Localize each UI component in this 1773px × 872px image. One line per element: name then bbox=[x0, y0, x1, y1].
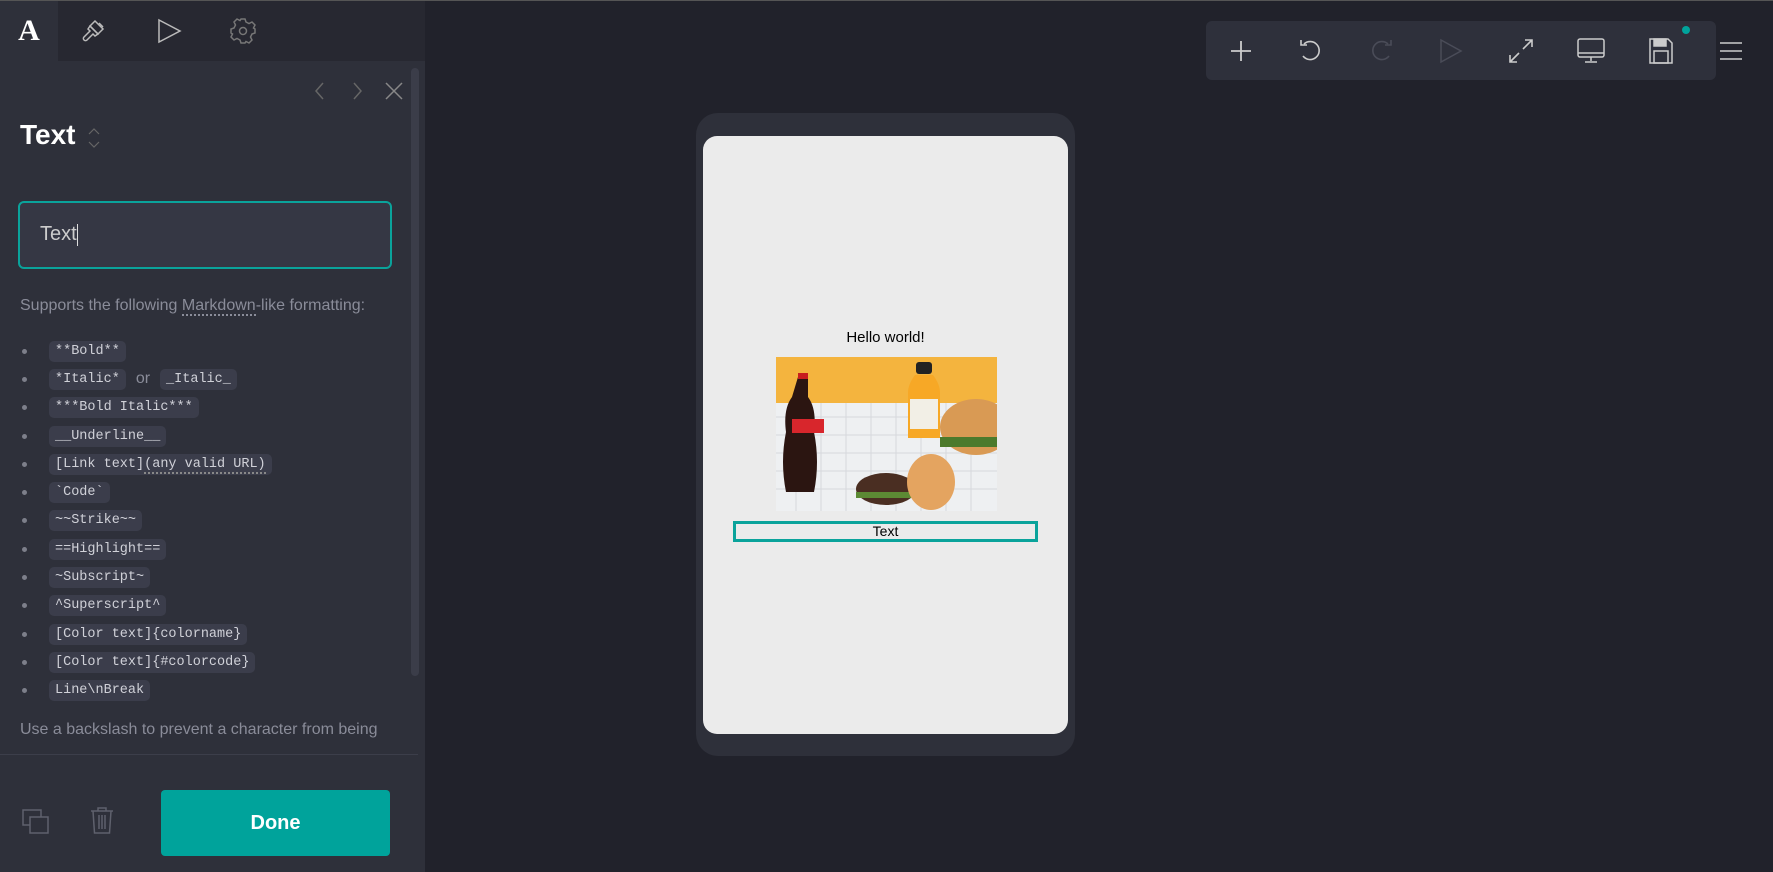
text-icon: A bbox=[18, 14, 40, 47]
text-input[interactable]: Text bbox=[18, 201, 392, 269]
floppy-disk-icon bbox=[1649, 38, 1673, 64]
unsaved-indicator bbox=[1682, 26, 1690, 34]
tab-settings[interactable] bbox=[214, 1, 272, 61]
list-item: ^Superscript^ bbox=[22, 592, 272, 620]
format-code: _Italic_ bbox=[160, 368, 237, 390]
description-prefix: Supports the following bbox=[20, 297, 182, 314]
save-button[interactable] bbox=[1644, 34, 1678, 68]
format-code: __Underline__ bbox=[49, 425, 167, 447]
format-code: [Link text](any valid URL) bbox=[49, 453, 272, 475]
paintbrush-icon bbox=[82, 19, 105, 42]
list-item: Line\nBreak bbox=[22, 677, 272, 705]
desktop-preview-button[interactable] bbox=[1574, 34, 1608, 68]
food-photo-illustration bbox=[776, 357, 997, 511]
list-item: [Color text]{#colorcode} bbox=[22, 648, 272, 676]
hamburger-icon bbox=[1720, 42, 1742, 60]
list-item: __Underline__ bbox=[22, 422, 272, 450]
list-item: [Color text]{colorname} bbox=[22, 620, 272, 648]
gear-icon bbox=[230, 18, 256, 44]
monitor-icon bbox=[1577, 38, 1605, 63]
phone-screen: Hello world! Text bbox=[703, 136, 1068, 734]
previous-icon[interactable] bbox=[308, 79, 332, 103]
play-button[interactable] bbox=[1434, 34, 1468, 68]
backslash-note: Use a backslash to prevent a character f… bbox=[20, 721, 378, 738]
tab-preview[interactable] bbox=[140, 1, 198, 61]
play-icon bbox=[1440, 38, 1463, 64]
list-item: ***Bold Italic*** bbox=[22, 394, 272, 422]
format-code: [Color text]{colorname} bbox=[49, 623, 248, 645]
url-code[interactable]: (any valid URL) bbox=[144, 456, 266, 474]
format-code: ^Superscript^ bbox=[49, 595, 167, 617]
plus-icon bbox=[1231, 41, 1251, 61]
expand-icon bbox=[1509, 39, 1533, 63]
undo-button[interactable] bbox=[1294, 34, 1328, 68]
list-item: `Code` bbox=[22, 478, 272, 506]
menu-button[interactable] bbox=[1714, 34, 1748, 68]
phone-preview-frame: Hello world! Text bbox=[696, 113, 1075, 756]
tab-style[interactable] bbox=[66, 1, 124, 61]
format-list: **Bold** *Italic* or _Italic_ ***Bold Ital… bbox=[22, 337, 272, 705]
markdown-link[interactable]: Markdown bbox=[181, 297, 256, 316]
next-icon[interactable] bbox=[345, 79, 369, 103]
format-code: ***Bold Italic*** bbox=[49, 397, 199, 419]
hello-text[interactable]: Hello world! bbox=[703, 329, 1068, 346]
selected-text-element[interactable]: Text bbox=[733, 521, 1038, 542]
list-item: ~Subscript~ bbox=[22, 563, 272, 591]
done-button[interactable]: Done bbox=[161, 790, 390, 856]
format-code: `Code` bbox=[49, 482, 110, 504]
format-code: [Color text]{#colorcode} bbox=[49, 651, 256, 673]
text-input-value: Text bbox=[40, 223, 77, 245]
list-item: ==Highlight== bbox=[22, 535, 272, 563]
chevron-up-down-icon[interactable] bbox=[88, 127, 100, 149]
trash-icon[interactable] bbox=[90, 806, 114, 834]
format-description: Supports the following Markdown-like for… bbox=[20, 297, 366, 316]
or-text: or bbox=[135, 370, 151, 388]
play-icon bbox=[158, 18, 182, 44]
redo-button[interactable] bbox=[1364, 34, 1398, 68]
text-cursor bbox=[76, 223, 78, 246]
duplicate-icon[interactable] bbox=[22, 809, 50, 835]
panel-scrollbar[interactable] bbox=[411, 68, 419, 676]
close-icon[interactable] bbox=[382, 79, 406, 103]
undo-icon bbox=[1300, 40, 1320, 61]
list-item: **Bold** bbox=[22, 337, 272, 365]
format-code: Line\nBreak bbox=[49, 680, 151, 702]
panel-footer: Done bbox=[0, 754, 418, 872]
format-code: ~~Strike~~ bbox=[49, 510, 143, 532]
list-item: ~~Strike~~ bbox=[22, 507, 272, 535]
link-text-code: [Link text] bbox=[55, 456, 145, 472]
editor-panel: A Text Text Supports the following Markd… bbox=[0, 1, 425, 872]
component-title: Text bbox=[20, 119, 76, 150]
panel-tabs: A bbox=[0, 1, 425, 61]
food-image[interactable] bbox=[776, 357, 997, 511]
top-toolbar bbox=[1206, 21, 1742, 80]
fullscreen-button[interactable] bbox=[1504, 34, 1538, 68]
format-code: *Italic* bbox=[49, 368, 126, 390]
list-item: [Link text](any valid URL) bbox=[22, 450, 272, 478]
list-item: *Italic* or _Italic_ bbox=[22, 365, 272, 393]
description-suffix: -like formatting: bbox=[255, 297, 366, 314]
format-code: **Bold** bbox=[49, 340, 126, 362]
add-button[interactable] bbox=[1224, 34, 1258, 68]
tab-text[interactable]: A bbox=[0, 1, 58, 61]
redo-icon bbox=[1372, 40, 1392, 61]
format-code: ==Highlight== bbox=[49, 538, 167, 560]
format-code: ~Subscript~ bbox=[49, 567, 151, 589]
